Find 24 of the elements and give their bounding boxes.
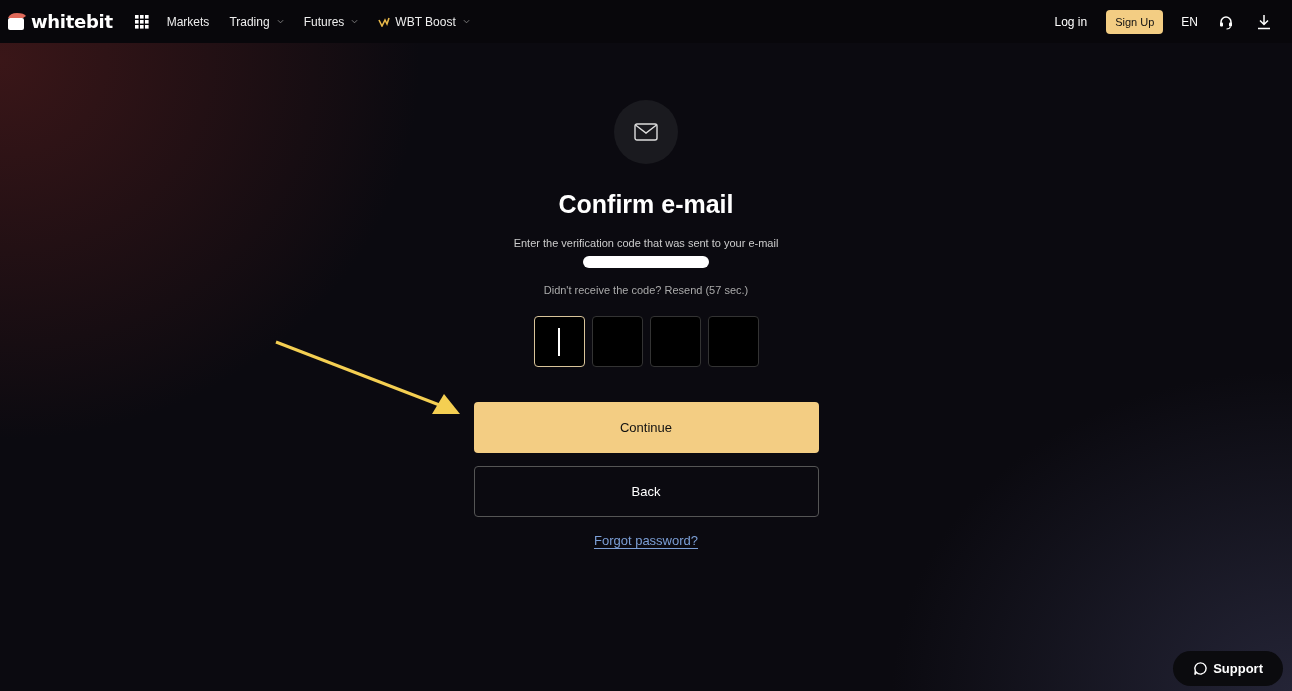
nav-menu-item[interactable]: Markets <box>166 14 210 29</box>
apps-grid-icon[interactable] <box>134 14 149 29</box>
continue-button[interactable]: Continue <box>473 402 819 453</box>
nav-menu-item[interactable]: WBT Boost <box>378 14 470 29</box>
back-button[interactable]: Back <box>473 466 819 517</box>
code-input-field[interactable] <box>649 316 701 367</box>
code-input-field[interactable] <box>707 316 759 367</box>
logo-link[interactable]: whitebit <box>6 11 113 32</box>
page-title: Confirm e-mail <box>558 190 734 219</box>
headset-icon[interactable] <box>1218 13 1234 30</box>
chat-bubble-icon <box>1193 661 1209 676</box>
logo-icon <box>6 11 28 32</box>
support-button[interactable]: Support <box>1173 651 1283 686</box>
code-input-field[interactable] <box>591 316 643 367</box>
nav-menu-item[interactable]: Trading <box>229 14 284 29</box>
resend-text: Didn't receive the code? Resend (57 sec.) <box>543 284 749 296</box>
instruction-text: Enter the verification code that was sent to your e-mail <box>513 237 779 249</box>
zigzag-icon <box>378 16 391 27</box>
language-selector[interactable]: EN <box>1181 14 1198 29</box>
download-icon[interactable] <box>1256 13 1272 30</box>
sign-up-button[interactable]: Sign Up <box>1106 9 1164 34</box>
nav-menu-item[interactable]: Futures <box>303 14 359 29</box>
login-link[interactable]: Log in <box>1054 14 1088 29</box>
forgot-password-link[interactable]: Forgot password? <box>593 533 699 548</box>
